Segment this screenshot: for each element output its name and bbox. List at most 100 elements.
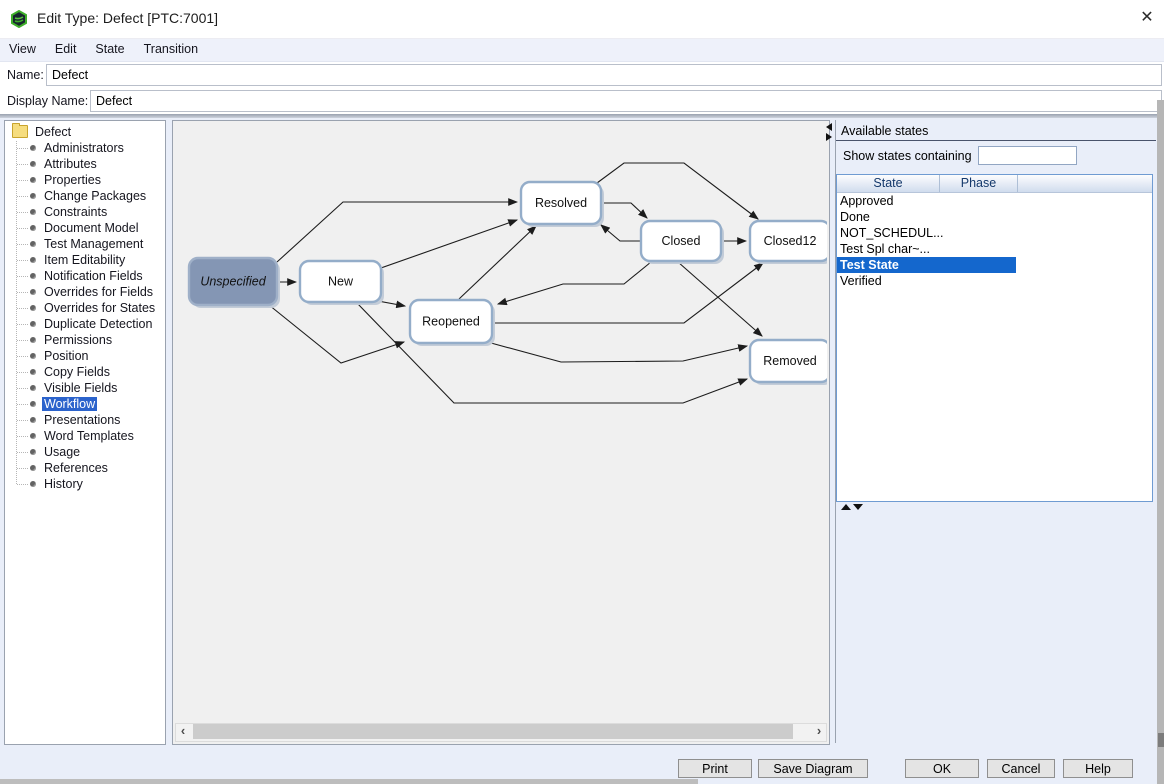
save-diagram-button[interactable]: Save Diagram <box>758 759 868 778</box>
tree-item-constraints[interactable]: Constraints <box>5 204 165 220</box>
svg-text:Removed: Removed <box>763 354 817 368</box>
diagram-horizontal-scrollbar[interactable]: ‹ › <box>175 723 827 742</box>
name-label: Name: <box>7 68 44 82</box>
splitter-up-icon[interactable] <box>841 504 851 510</box>
bullet-icon <box>30 209 36 215</box>
splitter-collapse-left-icon[interactable] <box>826 123 832 131</box>
menu-edit[interactable]: Edit <box>46 39 87 56</box>
display-name-input[interactable] <box>90 90 1162 112</box>
state-row-not-schedul[interactable]: NOT_SCHEDUL... <box>837 225 1152 241</box>
tree-item-overrides-for-states[interactable]: Overrides for States <box>5 300 165 316</box>
state-row-done[interactable]: Done <box>837 209 1152 225</box>
bullet-icon <box>30 225 36 231</box>
print-button[interactable]: Print <box>678 759 752 778</box>
tree-item-visible-fields[interactable]: Visible Fields <box>5 380 165 396</box>
tree-item-notification-fields[interactable]: Notification Fields <box>5 268 165 284</box>
transition-new-to-resolved[interactable] <box>381 220 517 268</box>
transition-unspecified-to-resolved[interactable] <box>277 202 517 262</box>
available-states-panel: Available states Show states containing … <box>835 120 1156 743</box>
bullet-icon <box>30 385 36 391</box>
tree-item-change-packages[interactable]: Change Packages <box>5 188 165 204</box>
bullet-icon <box>30 273 36 279</box>
tree-item-position[interactable]: Position <box>5 348 165 364</box>
workflow-diagram-panel[interactable]: Unspecified New Reopened Resolved Closed Clos… <box>172 120 830 745</box>
state-row-verified[interactable]: Verified <box>837 273 1152 289</box>
column-header-filler <box>1018 175 1152 192</box>
state-row-test-spl-char[interactable]: Test Spl char~... <box>837 241 1152 257</box>
bullet-icon <box>30 257 36 263</box>
states-filter-input[interactable] <box>978 146 1077 165</box>
transition-resolved-to-closed12[interactable] <box>597 163 758 219</box>
tree-item-word-templates[interactable]: Word Templates <box>5 428 165 444</box>
transition-new-to-reopened[interactable] <box>378 301 405 306</box>
state-row-test-state[interactable]: Test State <box>837 257 1016 273</box>
splitter-down-icon[interactable] <box>853 504 863 510</box>
transition-unspecified-to-reopened[interactable] <box>269 305 404 363</box>
workflow-diagram: Unspecified New Reopened Resolved Closed Clos… <box>173 121 827 721</box>
tree-item-properties[interactable]: Properties <box>5 172 165 188</box>
transition-closed-to-resolved[interactable] <box>601 225 640 241</box>
tree-item-workflow[interactable]: Workflow <box>5 396 165 412</box>
tree-item-references[interactable]: References <box>5 460 165 476</box>
scroll-right-icon[interactable]: › <box>812 724 826 739</box>
svg-text:Reopened: Reopened <box>422 315 480 329</box>
menu-view[interactable]: View <box>0 39 46 56</box>
help-button[interactable]: Help <box>1063 759 1133 778</box>
title-bar: Edit Type: Defect [PTC:7001] ✕ <box>0 0 1164 39</box>
state-node-closed[interactable]: Closed <box>641 221 724 264</box>
window-bottom-strip <box>0 779 698 784</box>
tree-root-label[interactable]: Defect <box>33 125 73 139</box>
tree-item-presentations[interactable]: Presentations <box>5 412 165 428</box>
display-name-label: Display Name: <box>7 94 88 108</box>
menu-transition[interactable]: Transition <box>135 39 208 56</box>
svg-text:New: New <box>328 275 354 289</box>
state-node-reopened[interactable]: Reopened <box>410 300 495 346</box>
svg-text:Closed12: Closed12 <box>764 234 817 248</box>
tree-item-item-editability[interactable]: Item Editability <box>5 252 165 268</box>
state-node-resolved[interactable]: Resolved <box>521 182 604 227</box>
available-states-title: Available states <box>841 124 928 138</box>
name-input[interactable] <box>46 64 1162 86</box>
tree-item-permissions[interactable]: Permissions <box>5 332 165 348</box>
state-node-closed12[interactable]: Closed12 <box>750 221 827 264</box>
menu-state[interactable]: State <box>86 39 134 56</box>
ok-button[interactable]: OK <box>905 759 979 778</box>
tree-item-duplicate-detection[interactable]: Duplicate Detection <box>5 316 165 332</box>
tree-item-overrides-for-fields[interactable]: Overrides for Fields <box>5 284 165 300</box>
header-underline <box>836 140 1156 141</box>
state-node-new[interactable]: New <box>300 261 384 305</box>
tree-item-document-model[interactable]: Document Model <box>5 220 165 236</box>
splitter-expand-right-icon[interactable] <box>826 133 832 141</box>
tree-item-attributes[interactable]: Attributes <box>5 156 165 172</box>
tree-item-test-management[interactable]: Test Management <box>5 236 165 252</box>
svg-text:Closed: Closed <box>662 234 701 248</box>
transition-closed-to-reopened[interactable] <box>498 262 651 304</box>
bullet-icon <box>30 193 36 199</box>
bullet-icon <box>30 145 36 151</box>
bullet-icon <box>30 401 36 407</box>
tree-root[interactable]: Defect <box>5 124 165 140</box>
tree-item-administrators[interactable]: Administrators <box>5 140 165 156</box>
bullet-icon <box>30 417 36 423</box>
column-header-phase[interactable]: Phase <box>940 175 1018 192</box>
states-table-header: State Phase <box>837 175 1152 193</box>
column-header-state[interactable]: State <box>837 175 940 192</box>
bullet-icon <box>30 337 36 343</box>
state-node-removed[interactable]: Removed <box>750 340 827 385</box>
bullet-icon <box>30 241 36 247</box>
transition-resolved-to-closed[interactable] <box>602 203 647 218</box>
filter-label: Show states containing <box>843 149 972 163</box>
scroll-left-icon[interactable]: ‹ <box>176 724 190 739</box>
close-button[interactable]: ✕ <box>1136 7 1158 29</box>
bullet-icon <box>30 465 36 471</box>
transition-reopened-to-removed[interactable] <box>491 343 747 362</box>
tree-item-usage[interactable]: Usage <box>5 444 165 460</box>
bullet-icon <box>30 161 36 167</box>
scrollbar-thumb[interactable] <box>193 724 793 739</box>
tree-item-history[interactable]: History <box>5 476 165 492</box>
state-row-approved[interactable]: Approved <box>837 193 1152 209</box>
bullet-icon <box>30 321 36 327</box>
cancel-button[interactable]: Cancel <box>987 759 1055 778</box>
state-node-unspecified[interactable]: Unspecified <box>189 258 280 308</box>
tree-item-copy-fields[interactable]: Copy Fields <box>5 364 165 380</box>
